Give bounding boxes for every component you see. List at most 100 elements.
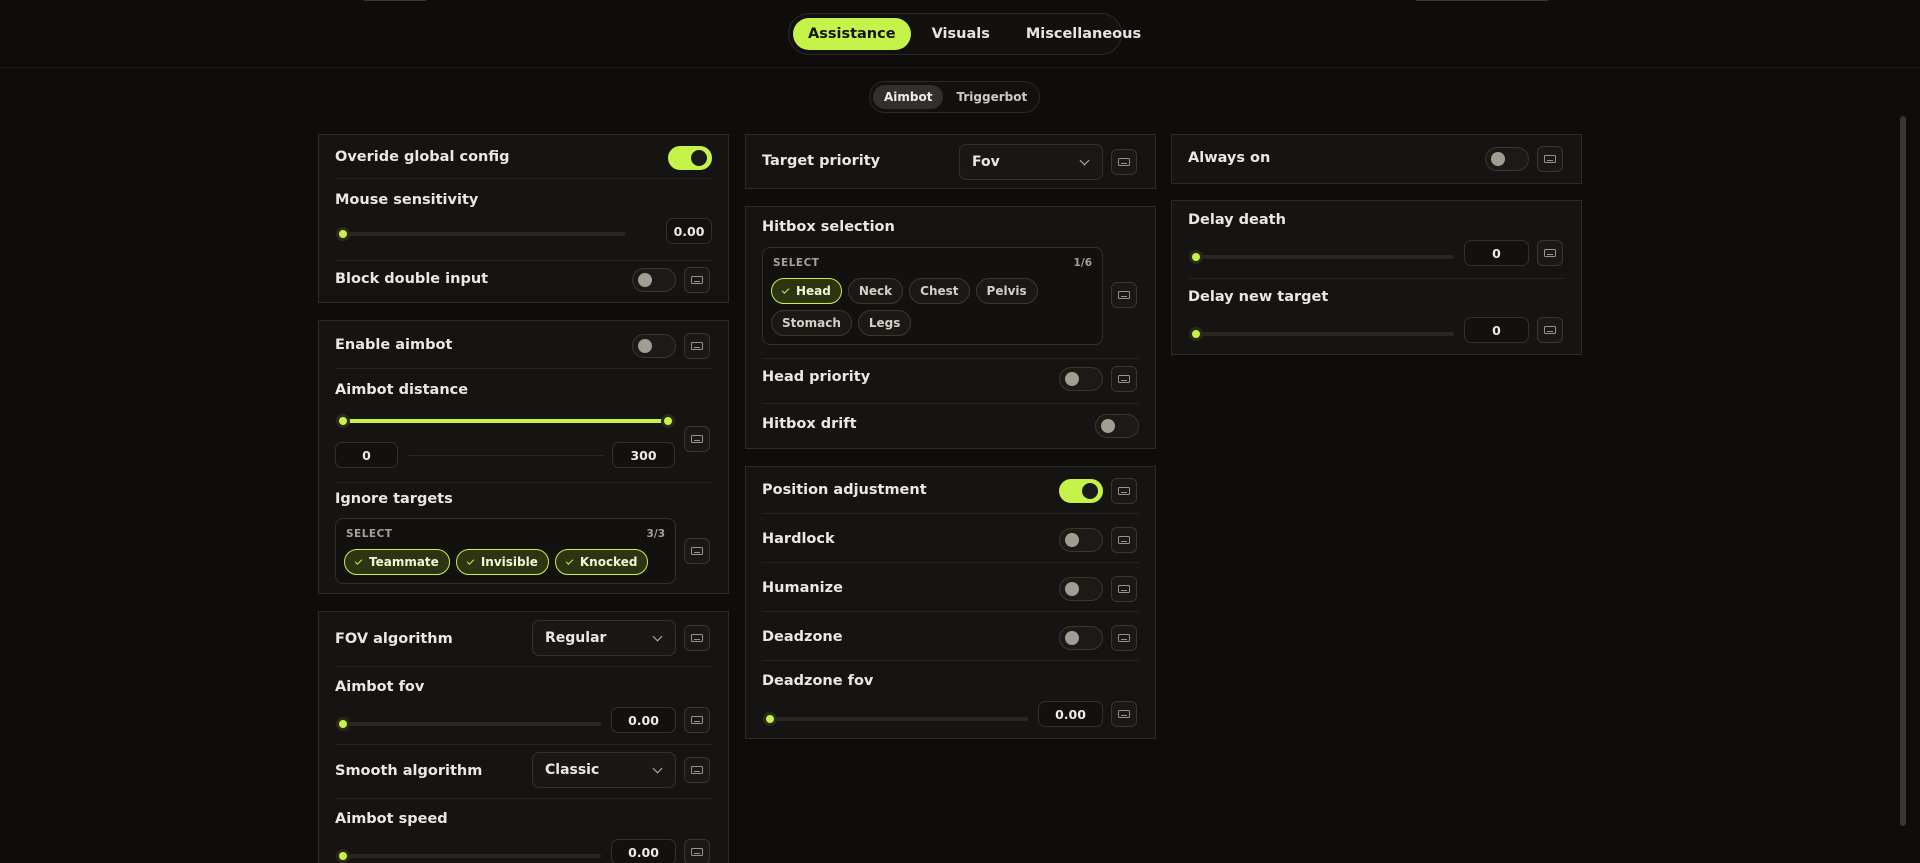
keyboard-icon [1118, 158, 1130, 166]
keybind-button[interactable] [684, 757, 710, 783]
block-double-input-toggle[interactable] [632, 268, 676, 292]
ignore-targets-select[interactable]: SELECT 3/3 Teammate Invisible Knocked [335, 518, 676, 584]
divider [335, 178, 712, 179]
deadzone-fov-value[interactable]: 0.00 [1038, 701, 1103, 727]
target-priority-dropdown[interactable]: Fov [959, 144, 1103, 180]
humanize-toggle[interactable] [1059, 577, 1103, 601]
tab-miscellaneous[interactable]: Miscellaneous [1011, 18, 1156, 50]
fov-algorithm-dropdown[interactable]: Regular [532, 620, 676, 656]
smooth-algorithm-dropdown[interactable]: Classic [532, 752, 676, 788]
always-on-toggle[interactable] [1485, 147, 1529, 171]
aimbot-distance-max[interactable]: 300 [612, 442, 675, 468]
keybind-button[interactable] [684, 267, 710, 293]
position-adjustment-label: Position adjustment [762, 482, 927, 498]
page-scrollbar[interactable] [1900, 116, 1906, 826]
check-icon [781, 285, 790, 294]
deadzone-fov-slider[interactable] [763, 712, 1028, 726]
toggle-knob [1101, 419, 1115, 433]
tab-visuals[interactable]: Visuals [917, 18, 1005, 50]
chevron-down-icon [652, 763, 663, 774]
slider-thumb[interactable] [336, 717, 350, 731]
aimbot-distance-min[interactable]: 0 [335, 442, 398, 468]
target-priority-label: Target priority [762, 153, 881, 169]
divider [335, 482, 712, 483]
aimbot-speed-label: Aimbot speed [335, 811, 448, 827]
select-count: 1/6 [1073, 257, 1092, 269]
chip-pelvis[interactable]: Pelvis [975, 278, 1038, 304]
hardlock-toggle[interactable] [1059, 528, 1103, 552]
slider-thumb[interactable] [763, 712, 777, 726]
always-on-label: Always on [1188, 150, 1271, 166]
chip-invisible[interactable]: Invisible [455, 549, 549, 575]
delay-death-value[interactable]: 0 [1464, 240, 1529, 266]
toggle-knob [1082, 483, 1098, 499]
block-double-input-label: Block double input [335, 271, 489, 287]
tab-triggerbot[interactable]: Triggerbot [945, 85, 1038, 109]
aimbot-distance-range-slider[interactable] [336, 414, 675, 428]
keybind-button[interactable] [684, 625, 710, 651]
keybind-button[interactable] [684, 839, 710, 863]
chip-stomach[interactable]: Stomach [771, 310, 852, 336]
chip-chest[interactable]: Chest [909, 278, 970, 304]
keybind-button[interactable] [1111, 282, 1137, 308]
fov-algorithm-label: FOV algorithm [335, 631, 453, 647]
keybind-button[interactable] [1111, 366, 1137, 392]
select-header: SELECT [346, 528, 393, 540]
keybind-button[interactable] [684, 538, 710, 564]
slider-thumb[interactable] [336, 849, 350, 863]
tab-assistance[interactable]: Assistance [793, 18, 911, 50]
chip-label: Knocked [579, 555, 638, 569]
header-divider [0, 67, 1920, 68]
keybind-button[interactable] [1111, 149, 1137, 175]
keybind-button[interactable] [1111, 625, 1137, 651]
slider-thumb[interactable] [1189, 327, 1203, 341]
override-global-config-toggle[interactable] [668, 146, 712, 170]
keybind-button[interactable] [1537, 146, 1563, 172]
slider-thumb[interactable] [336, 227, 350, 241]
aimbot-speed-slider[interactable] [336, 849, 601, 863]
chip-head[interactable]: Head [771, 278, 842, 304]
chip-knocked[interactable]: Knocked [554, 549, 649, 575]
keybind-button[interactable] [1111, 527, 1137, 553]
toggle-knob [1065, 372, 1079, 386]
delay-death-label: Delay death [1188, 212, 1286, 228]
chip-neck[interactable]: Neck [847, 278, 904, 304]
tab-aimbot[interactable]: Aimbot [873, 85, 944, 109]
range-thumb-max[interactable] [661, 414, 675, 428]
divider [762, 562, 1139, 563]
aimbot-speed-value[interactable]: 0.00 [611, 839, 676, 863]
keyboard-icon [691, 716, 703, 724]
keybind-button[interactable] [1537, 240, 1563, 266]
deadzone-label: Deadzone [762, 629, 843, 645]
keybind-button[interactable] [684, 707, 710, 733]
smooth-algorithm-label: Smooth algorithm [335, 763, 483, 779]
keybind-button[interactable] [684, 333, 710, 359]
delay-new-target-slider[interactable] [1189, 327, 1454, 341]
chip-legs[interactable]: Legs [857, 310, 912, 336]
divider [335, 744, 712, 745]
mouse-sensitivity-slider[interactable] [336, 227, 625, 241]
delay-new-target-value[interactable]: 0 [1464, 317, 1529, 343]
enable-aimbot-toggle[interactable] [632, 334, 676, 358]
hitbox-select[interactable]: SELECT 1/6 Head Neck Chest Pelvis Stomac… [762, 247, 1103, 345]
aimbot-fov-slider[interactable] [336, 717, 601, 731]
hitbox-drift-toggle[interactable] [1095, 414, 1139, 438]
target-priority-panel: Target priority Fov [745, 134, 1156, 189]
keybind-button[interactable] [684, 426, 710, 452]
keybind-button[interactable] [1111, 576, 1137, 602]
keybind-button[interactable] [1537, 317, 1563, 343]
chip-teammate[interactable]: Teammate [344, 549, 450, 575]
range-thumb-min[interactable] [336, 414, 350, 428]
fov-panel: FOV algorithm Regular Aimbot fov 0.00 Sm… [318, 611, 729, 863]
keybind-button[interactable] [1111, 478, 1137, 504]
keybind-button[interactable] [1111, 701, 1137, 727]
position-adjustment-toggle[interactable] [1059, 479, 1103, 503]
chip-label: Teammate [369, 555, 439, 569]
aimbot-fov-value[interactable]: 0.00 [611, 707, 676, 733]
head-priority-toggle[interactable] [1059, 367, 1103, 391]
mouse-sensitivity-value[interactable]: 0.00 [666, 218, 712, 244]
delay-death-slider[interactable] [1189, 250, 1454, 264]
deadzone-toggle[interactable] [1059, 626, 1103, 650]
slider-thumb[interactable] [1189, 250, 1203, 264]
keyboard-icon [1544, 249, 1556, 257]
